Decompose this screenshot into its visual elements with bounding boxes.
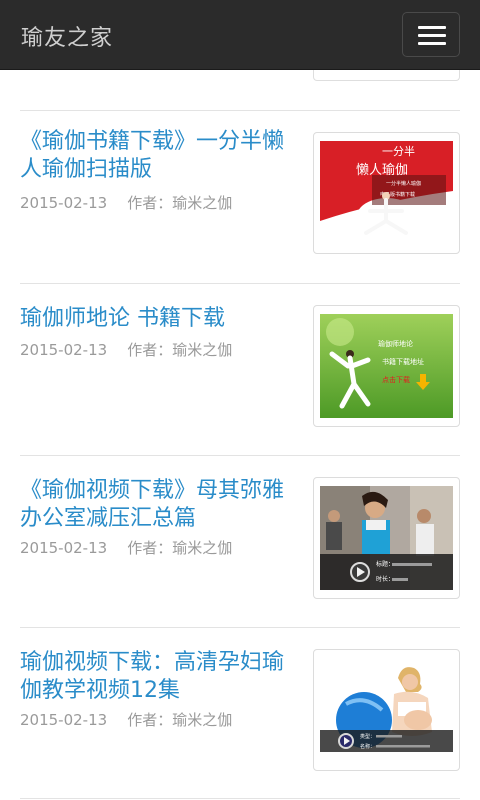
post-author: 作者：瑜米之伽 <box>127 711 233 729</box>
post-thumbnail[interactable]: 标题： 时长： <box>313 477 460 599</box>
post-meta: 2015-02-13 作者：瑜米之伽 <box>20 709 232 730</box>
post-date: 2015-02-13 <box>20 711 108 729</box>
top-navbar: 瑜友之家 <box>0 0 480 70</box>
thumbnail-image-art: 标题： 时长： <box>320 486 453 590</box>
divider <box>20 110 460 111</box>
thumbnail-image: 瑜伽师地论 书籍下载地址 点击下载 <box>320 314 453 418</box>
post-list: 《瑜伽书籍下载》一分半懒人瑜伽扫描版 2015-02-13 作者：瑜米之伽 一分半… <box>0 70 480 800</box>
divider <box>20 798 460 799</box>
thumb-text: 类型： <box>360 733 375 740</box>
thumb-text: 时长： <box>376 575 394 583</box>
thumb-text: 一分半懒人瑜伽 <box>386 180 421 187</box>
brand-title[interactable]: 瑜友之家 <box>21 20 113 52</box>
previous-post-thumbnail[interactable] <box>313 70 460 81</box>
thumbnail-image-art: 一分半 懒人瑜伽 一分半懒人瑜伽 电子版书籍下载 <box>320 141 453 245</box>
thumb-text: 点击下载 <box>382 375 410 384</box>
thumb-text: 名称： <box>360 743 375 750</box>
divider <box>20 627 460 628</box>
post-meta: 2015-02-13 作者：瑜米之伽 <box>20 339 232 360</box>
post-date: 2015-02-13 <box>20 194 108 212</box>
thumbnail-image: 类型： 名称： <box>320 658 453 762</box>
thumbnail-image-art: 瑜伽师地论 书籍下载地址 点击下载 <box>320 314 453 418</box>
thumb-text: 一分半 <box>382 144 415 158</box>
thumb-text: 书籍下载地址 <box>382 357 424 366</box>
post-meta: 2015-02-13 作者：瑜米之伽 <box>20 537 232 558</box>
post-thumbnail[interactable]: 类型： 名称： <box>313 649 460 771</box>
thumb-text: 标题： <box>376 560 394 568</box>
post-meta: 2015-02-13 作者：瑜米之伽 <box>20 192 232 213</box>
thumbnail-image: 标题： 时长： <box>320 486 453 590</box>
post-author: 作者：瑜米之伽 <box>127 194 233 212</box>
thumbnail-image-art: 类型： 名称： <box>320 658 453 762</box>
post-title-link[interactable]: 《瑜伽视频下载》母其弥雅办公室减压汇总篇 <box>20 477 295 533</box>
post-title-link[interactable]: 瑜伽视频下载：高清孕妇瑜伽教学视频12集 <box>20 649 295 705</box>
post-title-link[interactable]: 瑜伽师地论 书籍下载 <box>20 305 295 333</box>
thumb-text: 瑜伽师地论 <box>378 339 413 348</box>
post-date: 2015-02-13 <box>20 341 108 359</box>
post-thumbnail[interactable]: 一分半 懒人瑜伽 一分半懒人瑜伽 电子版书籍下载 <box>313 132 460 254</box>
hamburger-menu-icon <box>418 26 446 29</box>
post-author: 作者：瑜米之伽 <box>127 539 233 557</box>
post-author: 作者：瑜米之伽 <box>127 341 233 359</box>
hamburger-menu-icon <box>418 34 446 37</box>
post-title-link[interactable]: 《瑜伽书籍下载》一分半懒人瑜伽扫描版 <box>20 128 295 184</box>
hamburger-menu-icon <box>418 42 446 45</box>
post-thumbnail[interactable]: 瑜伽师地论 书籍下载地址 点击下载 <box>313 305 460 427</box>
divider <box>20 455 460 456</box>
post-date: 2015-02-13 <box>20 539 108 557</box>
divider <box>20 283 460 284</box>
thumbnail-image: 一分半 懒人瑜伽 一分半懒人瑜伽 电子版书籍下载 <box>320 141 453 245</box>
menu-toggle-button[interactable] <box>402 12 460 57</box>
